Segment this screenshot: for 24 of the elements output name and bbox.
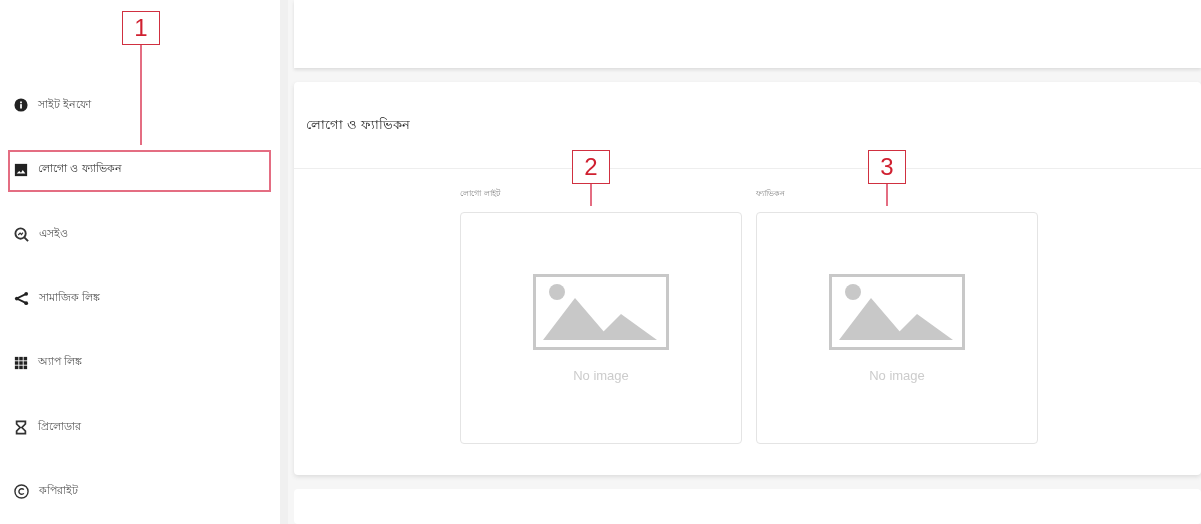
image-icon bbox=[14, 162, 28, 177]
callout-number: 2 bbox=[572, 150, 610, 184]
field-label: লোগো লাইট bbox=[460, 187, 500, 200]
callout-number: 1 bbox=[122, 10, 160, 45]
leader-line bbox=[590, 184, 592, 206]
callout-number: 3 bbox=[868, 150, 906, 184]
sidebar-item[interactable]: কপিরাইট bbox=[0, 476, 86, 508]
share-icon bbox=[14, 290, 29, 306]
sidebar-item[interactable]: প্রিলোডার bbox=[0, 411, 89, 443]
hourglass-icon bbox=[14, 419, 28, 435]
field-label: ফ্যাভিকন bbox=[756, 188, 785, 200]
sidebar-item[interactable]: অ্যাপ লিঙ্ক bbox=[0, 347, 91, 379]
sidebar-item[interactable]: সাইট ইনফো bbox=[0, 89, 100, 121]
card-title: লোগো ও ফ্যাভিকন bbox=[306, 115, 411, 134]
leader-line bbox=[886, 184, 888, 206]
sidebar-item[interactable]: লোগো ও ফ্যাভিকন bbox=[0, 154, 130, 186]
magnifier-icon bbox=[14, 226, 29, 242]
sidebar-item[interactable]: সামাজিক লিঙ্ক bbox=[0, 282, 109, 314]
info-icon bbox=[14, 98, 28, 113]
image-placeholder-icon bbox=[533, 273, 669, 350]
sidebar-item[interactable]: এসইও bbox=[0, 218, 76, 250]
grid-icon bbox=[14, 355, 28, 370]
image-placeholder-icon bbox=[829, 273, 965, 350]
copyright-icon bbox=[14, 484, 29, 500]
